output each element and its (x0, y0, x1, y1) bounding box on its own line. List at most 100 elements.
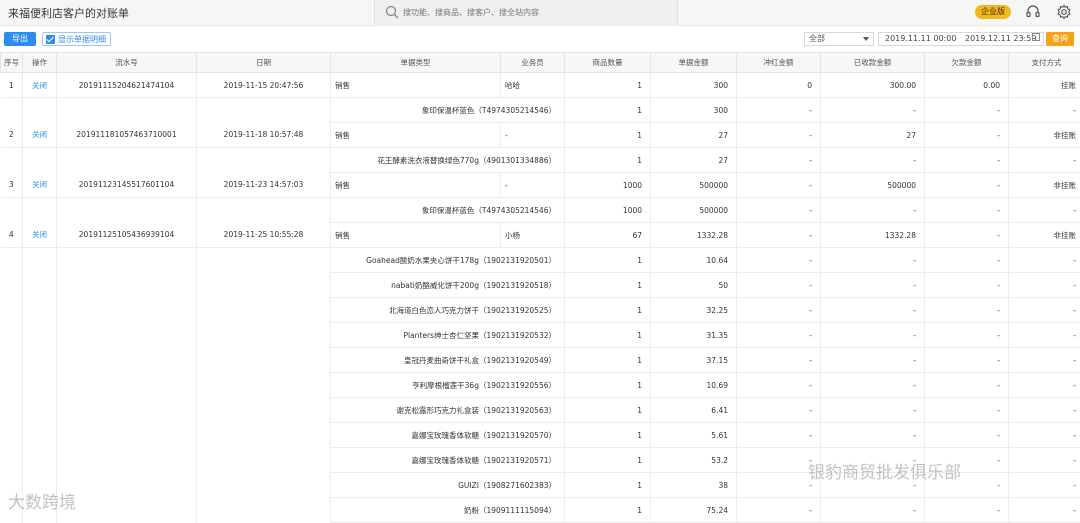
quantity: 1 (565, 473, 651, 498)
empty-cell (197, 198, 331, 223)
empty-cell (197, 423, 331, 448)
reversal-amount: - (737, 273, 821, 298)
debt-amount: - (925, 423, 1009, 448)
empty-cell (57, 423, 197, 448)
quantity: 1 (565, 98, 651, 123)
empty-cell (197, 473, 331, 498)
search-input[interactable] (403, 4, 663, 21)
payment-method: - (1009, 373, 1080, 398)
item-name: Goahead酸奶水果夹心饼干178g（1902131920501） (331, 248, 565, 273)
empty-cell (197, 98, 331, 123)
empty-cell (1, 423, 23, 448)
item-name: Planters绅士杏仁坚果（1902131920532） (331, 323, 565, 348)
doc-type: 销售 (331, 73, 501, 98)
received-amount: - (821, 398, 925, 423)
payment-method: 非挂账 (1009, 223, 1080, 248)
debt-amount: - (925, 98, 1009, 123)
payment-method: - (1009, 323, 1080, 348)
payment-method: - (1009, 298, 1080, 323)
detail-row: 亨利摩根榴莲干36g（1902131920556）110.69---- (1, 373, 1080, 398)
date-range-picker[interactable]: 2019.11.11 00:00 - 2019.12.11 23:59 (878, 32, 1044, 46)
show-detail-checkbox[interactable]: 显示单据明细 (42, 32, 111, 46)
payment-method: - (1009, 423, 1080, 448)
col-header: 支付方式 (1009, 53, 1080, 73)
quantity: 1 (565, 73, 651, 98)
checkbox-checked-icon[interactable] (46, 35, 55, 44)
salesperson: - (501, 123, 565, 148)
reversal-amount: - (737, 173, 821, 198)
date-separator: - (955, 33, 958, 45)
debt-amount: - (925, 323, 1009, 348)
close-link[interactable]: 关闭 (23, 173, 57, 198)
reversal-amount: - (737, 373, 821, 398)
item-name: 象印保温杯蓝色（T4974305214546） (331, 198, 565, 223)
detail-row: 象印保温杯蓝色（T4974305214546）1300---- (1, 98, 1080, 123)
show-detail-label: 显示单据明细 (58, 34, 106, 45)
reversal-amount: - (737, 123, 821, 148)
item-name: 花王酵素洗衣液替换绿色770g（4901301334886） (331, 148, 565, 173)
received-amount: - (821, 198, 925, 223)
empty-cell (23, 423, 57, 448)
col-header: 单据金额 (651, 53, 737, 73)
item-name: 谢克松露形巧克力礼盒装（1902131920563） (331, 398, 565, 423)
empty-cell (23, 248, 57, 273)
detail-row: 嘉娜宝玫瑰香体软糖（1902131920570）15.61---- (1, 423, 1080, 448)
col-header: 流水号 (57, 53, 197, 73)
item-name: 亨利摩根榴莲干36g（1902131920556） (331, 373, 565, 398)
empty-cell (23, 448, 57, 473)
received-amount: 27 (821, 123, 925, 148)
calendar-icon[interactable] (1032, 33, 1040, 41)
payment-method: - (1009, 473, 1080, 498)
received-amount: 500000 (821, 173, 925, 198)
type-filter-select[interactable]: 全部 (804, 32, 874, 46)
empty-cell (57, 148, 197, 173)
reversal-amount: - (737, 148, 821, 173)
close-link[interactable]: 关闭 (23, 73, 57, 98)
payment-method: 非挂账 (1009, 123, 1080, 148)
empty-cell (57, 473, 197, 498)
reversal-amount: - (737, 423, 821, 448)
empty-cell (1, 98, 23, 123)
quantity: 67 (565, 223, 651, 248)
col-header: 序号 (1, 53, 23, 73)
empty-cell (57, 323, 197, 348)
global-search[interactable] (374, 0, 678, 26)
reversal-amount: - (737, 398, 821, 423)
received-amount: - (821, 323, 925, 348)
empty-cell (57, 348, 197, 373)
toolbar: 导出 显示单据明细 全部 2019.11.11 00:00 - 2019.12.… (0, 28, 1080, 52)
date-end[interactable]: 2019.12.11 23:59 (965, 33, 1036, 45)
gear-icon[interactable] (1056, 4, 1072, 20)
export-button[interactable]: 导出 (4, 32, 36, 46)
doc-amount: 31.35 (651, 323, 737, 348)
payment-method: - (1009, 98, 1080, 123)
date-start[interactable]: 2019.11.11 00:00 (885, 33, 956, 45)
col-header: 欠款金额 (925, 53, 1009, 73)
headset-icon[interactable] (1025, 4, 1041, 20)
col-header: 业务员 (501, 53, 565, 73)
reversal-amount: - (737, 198, 821, 223)
debt-amount: 0.00 (925, 73, 1009, 98)
empty-cell (197, 273, 331, 298)
empty-cell (57, 273, 197, 298)
close-link[interactable]: 关闭 (23, 223, 57, 248)
empty-cell (197, 348, 331, 373)
query-button[interactable]: 查询 (1046, 32, 1074, 46)
received-amount: - (821, 298, 925, 323)
empty-cell (23, 298, 57, 323)
empty-cell (57, 398, 197, 423)
detail-row: Planters绅士杏仁坚果（1902131920532）131.35---- (1, 323, 1080, 348)
payment-method: - (1009, 248, 1080, 273)
reversal-amount: - (737, 298, 821, 323)
empty-cell (1, 398, 23, 423)
empty-cell (57, 373, 197, 398)
close-link[interactable]: 关闭 (23, 123, 57, 148)
edition-badge[interactable]: 企业版 (975, 5, 1011, 19)
empty-cell (197, 323, 331, 348)
table-row: 1关闭201911152046214741042019-11-15 20:47:… (1, 73, 1080, 98)
empty-cell (23, 373, 57, 398)
quantity: 1 (565, 123, 651, 148)
payment-method: 挂账 (1009, 73, 1080, 98)
doc-amount: 500000 (651, 198, 737, 223)
payment-method: 非挂账 (1009, 173, 1080, 198)
